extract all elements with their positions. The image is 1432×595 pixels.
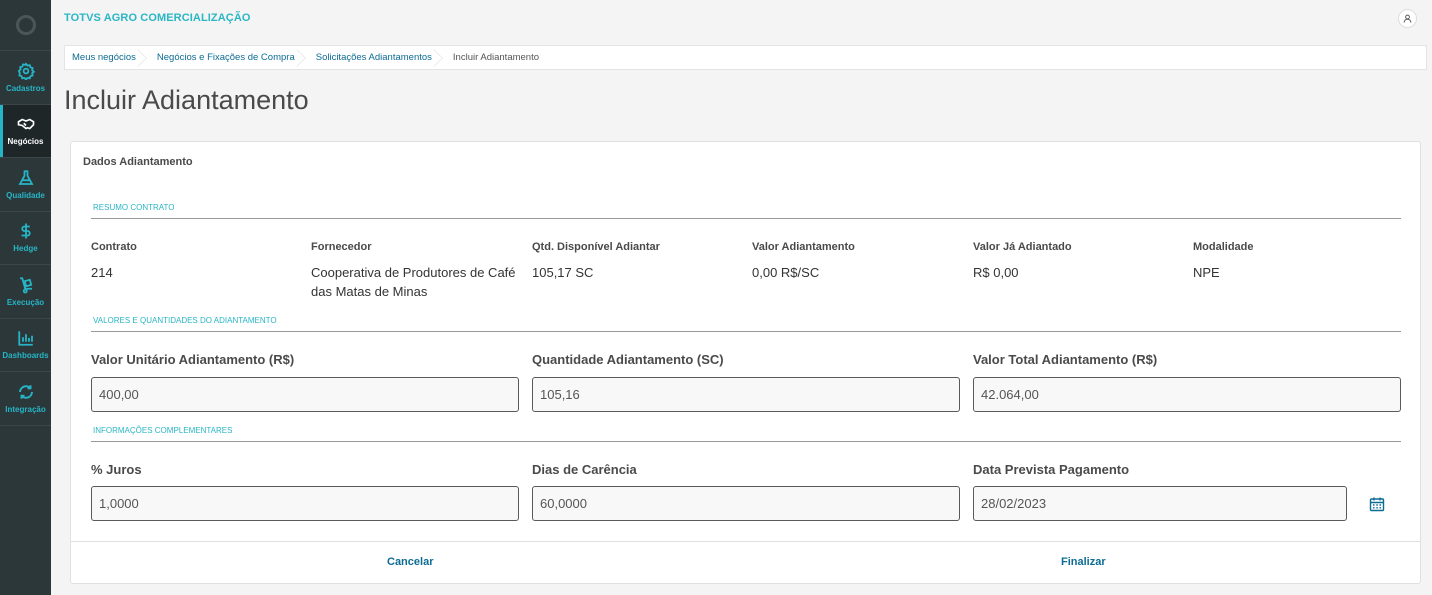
logo-icon	[15, 15, 36, 35]
juros-label: % Juros	[91, 462, 142, 477]
sidebar-item-dashboards[interactable]: Dashboards	[0, 319, 51, 372]
sidebar-item-cadastros[interactable]: Cadastros	[0, 51, 51, 105]
sidebar-item-integracao[interactable]: Integração	[0, 372, 51, 426]
section-label-info: INFORMAÇÕES COMPLEMENTARES	[93, 426, 233, 435]
card-footer: Cancelar Finalizar	[71, 541, 1420, 583]
user-icon	[1403, 14, 1412, 23]
breadcrumb-item[interactable]: Negócios e Fixações de Compra	[150, 46, 309, 69]
app-title: TOTVS AGRO COMERCIALIZAÇÃO	[64, 12, 251, 24]
quantidade-input[interactable]: 105,16	[532, 377, 960, 412]
sidebar-item-hedge[interactable]: Hedge	[0, 212, 51, 265]
sidebar: Cadastros Negócios Qualidade Hedge Execu…	[0, 0, 51, 595]
sidebar-item-negocios[interactable]: Negócios	[0, 104, 51, 158]
valor-adiantamento-value: 0,00 R$/SC	[752, 265, 820, 280]
dolly-icon	[19, 277, 32, 294]
gear-icon	[17, 62, 35, 80]
sync-icon	[18, 385, 33, 399]
fornecedor-label: Fornecedor	[311, 241, 372, 253]
app-logo[interactable]	[0, 0, 51, 51]
input-value: 42.064,00	[981, 387, 1039, 402]
qtd-disponivel-value: 105,17 SC	[532, 265, 594, 280]
sidebar-item-execucao[interactable]: Execução	[0, 265, 51, 319]
breadcrumb-item[interactable]: Solicitações Adiantamentos	[309, 46, 446, 69]
dollar-icon	[20, 223, 31, 239]
user-menu-button[interactable]	[1398, 9, 1417, 28]
fornecedor-value-line1: Cooperativa de Produtores de Café	[311, 265, 516, 280]
finish-button[interactable]: Finalizar	[1061, 556, 1106, 568]
modalidade-value: NPE	[1193, 265, 1220, 280]
sidebar-item-label: Qualidade	[6, 190, 45, 200]
cancel-button[interactable]: Cancelar	[387, 556, 433, 568]
dias-carencia-label: Dias de Carência	[532, 462, 637, 477]
sidebar-item-label: Hedge	[13, 244, 38, 254]
input-value: 28/02/2023	[981, 496, 1047, 511]
data-prevista-label: Data Prevista Pagamento	[973, 462, 1130, 477]
bar-chart-icon	[17, 331, 33, 346]
handshake-icon	[17, 118, 34, 130]
breadcrumb-item[interactable]: Meus negócios	[65, 46, 150, 69]
calendar-icon[interactable]	[1369, 496, 1385, 512]
sidebar-item-label: Dashboards	[2, 351, 49, 361]
section-label-valores: VALORES E QUANTIDADES DO ADIANTAMENTO	[93, 316, 277, 325]
section-divider	[91, 441, 1401, 442]
contrato-label: Contrato	[91, 241, 137, 253]
sidebar-item-label: Negócios	[7, 137, 44, 147]
valor-ja-adiantado-value: R$ 0,00	[973, 265, 1019, 280]
qtd-disponivel-label: Qtd. Disponível Adiantar	[532, 241, 660, 253]
section-divider	[91, 218, 1401, 219]
quantidade-label: Quantidade Adiantamento (SC)	[532, 352, 724, 367]
valor-total-label: Valor Total Adiantamento (R$)	[973, 352, 1158, 367]
input-value: 60,0000	[540, 496, 587, 511]
breadcrumb: Meus negócios Negócios e Fixações de Com…	[64, 45, 1427, 70]
section-label-resumo: RESUMO CONTRATO	[93, 203, 175, 212]
valor-unitario-input[interactable]: 400,00	[91, 377, 519, 412]
valor-total-input[interactable]: 42.064,00	[973, 377, 1401, 412]
fornecedor-value-line2: das Matas de Minas	[311, 284, 428, 299]
top-header: TOTVS AGRO COMERCIALIZAÇÃO	[51, 0, 1432, 38]
input-value: 105,16	[540, 387, 580, 402]
contrato-value: 214	[91, 265, 113, 280]
input-value: 400,00	[99, 387, 139, 402]
modalidade-label: Modalidade	[1193, 241, 1254, 253]
dias-carencia-input[interactable]: 60,0000	[532, 486, 960, 521]
sidebar-item-label: Cadastros	[5, 83, 46, 93]
data-prevista-input[interactable]: 28/02/2023	[973, 486, 1347, 521]
valor-unitario-label: Valor Unitário Adiantamento (R$)	[91, 352, 295, 367]
page-title: Incluir Adiantamento	[64, 85, 309, 115]
sidebar-item-label: Integração	[5, 404, 46, 414]
input-value: 1,0000	[99, 496, 139, 511]
card-title: Dados Adiantamento	[83, 156, 193, 168]
flask-icon	[17, 170, 34, 185]
valor-adiantamento-label: Valor Adiantamento	[752, 241, 855, 253]
sidebar-item-label: Execução	[6, 297, 45, 307]
breadcrumb-current: Incluir Adiantamento	[452, 52, 540, 63]
juros-input[interactable]: 1,0000	[91, 486, 519, 521]
valor-ja-adiantado-label: Valor Já Adiantado	[973, 241, 1072, 253]
adiantamento-card: Dados Adiantamento RESUMO CONTRATO Contr…	[70, 141, 1421, 584]
sidebar-item-qualidade[interactable]: Qualidade	[0, 158, 51, 212]
section-divider	[91, 331, 1401, 332]
